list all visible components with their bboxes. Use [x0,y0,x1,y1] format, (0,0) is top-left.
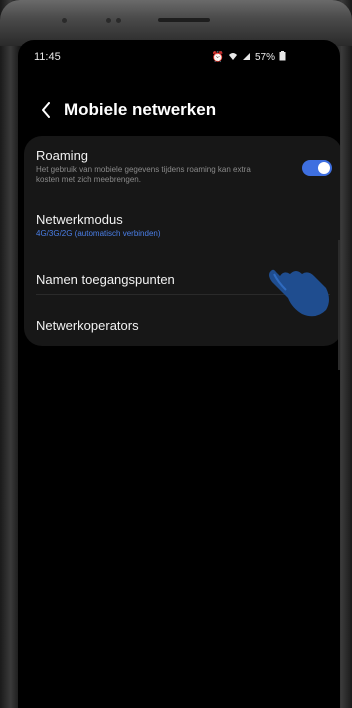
pointing-hand-icon [269,269,329,317]
sensor-dot [116,18,121,23]
sensor-dot [62,18,67,23]
toggle-knob [318,162,330,174]
roaming-description: Het gebruik van mobiele gegevens tijdens… [36,165,251,184]
wifi-icon [228,52,238,64]
battery-percent: 57% [254,52,275,63]
status-bar: 11:45 ⏰ 57% [18,40,340,76]
battery-icon [279,51,286,64]
setting-roaming[interactable]: Roaming Het gebruik van mobiele gegevens… [36,148,326,185]
scrollbar[interactable] [338,240,340,370]
page-title: Mobiele netwerken [64,100,217,119]
network-mode-title: Netwerkmodus [36,212,123,227]
earpiece-speaker [158,18,210,22]
sensor-dot [106,18,111,23]
app-header: Mobiele netwerken [18,92,340,128]
alarm-icon: ⏰ [211,52,224,63]
back-button[interactable] [32,96,60,124]
chevron-left-icon [42,102,50,118]
status-time: 11:45 [34,51,61,63]
phone-screen: 11:45 ⏰ 57% Mobiele netwerken Roaming He [18,40,340,708]
roaming-title: Roaming [36,148,89,163]
setting-network-mode[interactable]: Netwerkmodus 4G/3G/2G (automatisch verbi… [36,212,326,239]
network-mode-value: 4G/3G/2G (automatisch verbinden) [36,229,161,238]
signal-icon [242,52,251,64]
roaming-toggle[interactable] [302,160,332,176]
status-icons: ⏰ 57% [212,51,286,64]
